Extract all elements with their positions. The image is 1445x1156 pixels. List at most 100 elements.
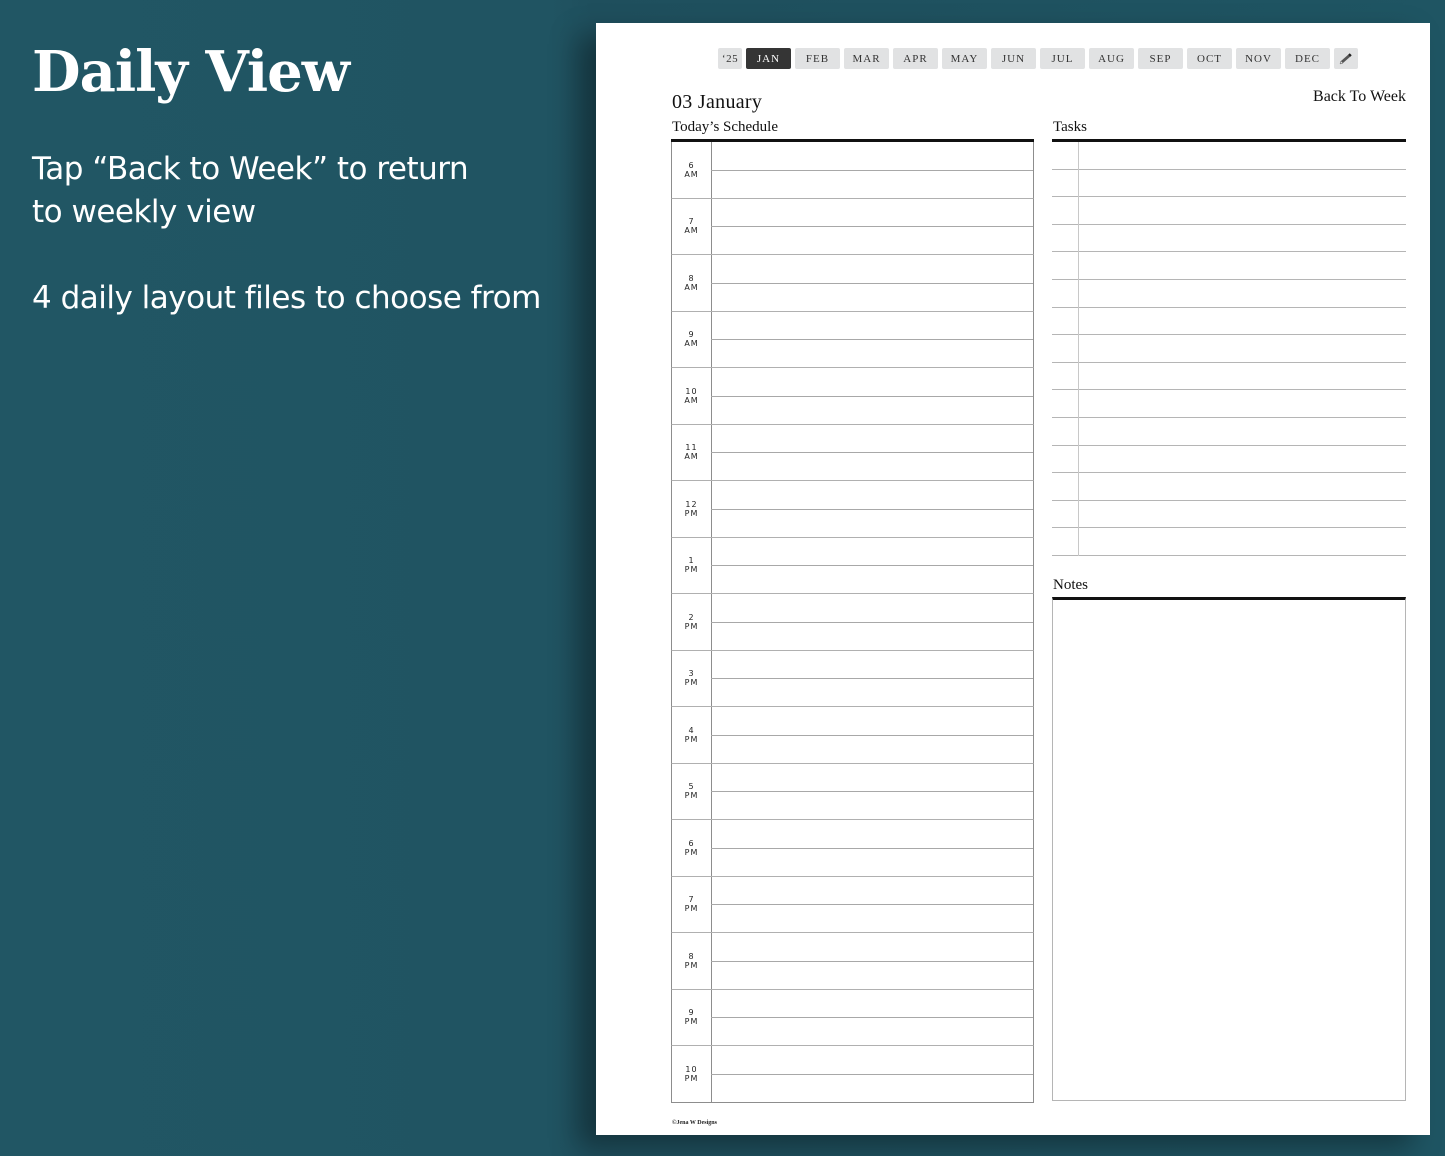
hour-period: PM (684, 1073, 699, 1083)
month-tab-nov[interactable]: NOV (1236, 48, 1281, 69)
schedule-hour-row[interactable]: 9 AM (671, 311, 1034, 368)
schedule-hour-row[interactable]: 3 PM (671, 650, 1034, 707)
schedule-hour-row[interactable]: 7 AM (671, 198, 1034, 255)
task-row[interactable] (1052, 500, 1406, 529)
task-row[interactable] (1052, 445, 1406, 474)
hour-period: PM (684, 847, 699, 857)
pencil-icon[interactable] (1334, 48, 1358, 69)
task-checkbox-divider (1078, 169, 1079, 198)
hour-label: 12 PM (672, 481, 712, 537)
hour-number: 9 (688, 330, 695, 340)
task-row[interactable] (1052, 197, 1406, 225)
task-checkbox-divider (1078, 445, 1079, 474)
task-row[interactable] (1052, 142, 1406, 170)
schedule-hour-row[interactable]: 5 PM (671, 763, 1034, 820)
schedule-hour-row[interactable]: 10 PM (671, 1046, 1034, 1103)
promo-title: Daily View (32, 39, 350, 105)
back-to-week-link[interactable]: Back To Week (1313, 88, 1406, 106)
tasks-title: Tasks (1053, 119, 1087, 135)
task-checkbox-divider (1078, 335, 1079, 363)
half-hour-line (711, 847, 1033, 849)
half-hour-line (711, 621, 1033, 623)
task-row[interactable] (1052, 362, 1406, 391)
planner-page: ‘25 JAN FEB MAR APR MAY JUN JUL AUG SEP OCT NOV DEC… (596, 23, 1430, 1135)
month-tab-jun[interactable]: JUN (991, 48, 1036, 69)
month-tab-jan[interactable]: JAN (746, 48, 791, 69)
hour-period: PM (684, 565, 699, 575)
schedule-hour-row[interactable]: 1 PM (671, 537, 1034, 594)
hour-period: AM (684, 169, 699, 179)
hour-label: 3 PM (672, 650, 712, 706)
task-row[interactable] (1052, 390, 1406, 418)
hour-number: 1 (688, 556, 695, 566)
task-checkbox-divider (1078, 142, 1079, 170)
promo-line-back-to-week: Tap “Back to Week” to return (32, 151, 469, 187)
hour-number: 6 (688, 160, 695, 170)
half-hour-line (711, 452, 1033, 454)
hour-label: 5 PM (672, 763, 712, 819)
month-tab-feb[interactable]: FEB (795, 48, 840, 69)
month-tab-oct[interactable]: OCT (1187, 48, 1232, 69)
task-checkbox-divider (1078, 390, 1079, 418)
task-row[interactable] (1052, 279, 1406, 308)
task-checkbox-divider (1078, 307, 1079, 336)
task-row[interactable] (1052, 307, 1406, 336)
month-tab-sep[interactable]: SEP (1138, 48, 1183, 69)
hour-number: 6 (688, 838, 695, 848)
hour-label: 7 PM (672, 876, 712, 932)
hour-label: 1 PM (672, 537, 712, 593)
half-hour-line (711, 169, 1033, 171)
task-row[interactable] (1052, 169, 1406, 198)
schedule-hour-row[interactable]: 11 AM (671, 424, 1034, 481)
hour-period: AM (684, 282, 699, 292)
hour-label: 9 PM (672, 989, 712, 1045)
schedule-hour-row[interactable]: 4 PM (671, 707, 1034, 764)
promo-line-layouts: 4 daily layout files to choose from (32, 280, 541, 316)
notes-area[interactable] (1052, 597, 1406, 1101)
hour-number: 5 (688, 782, 695, 792)
half-hour-line (711, 395, 1033, 397)
task-row[interactable] (1052, 528, 1406, 556)
hour-period: AM (684, 452, 699, 462)
task-row[interactable] (1052, 224, 1406, 253)
year-tab[interactable]: ‘25 (718, 48, 742, 69)
schedule-hour-row[interactable]: 8 AM (671, 255, 1034, 312)
page-date: 03 January (672, 91, 763, 113)
hour-number: 10 (685, 1064, 698, 1074)
schedule-hour-row[interactable]: 12 PM (671, 481, 1034, 538)
schedule-hour-row[interactable]: 10 AM (671, 368, 1034, 425)
schedule-hour-row[interactable]: 8 PM (671, 933, 1034, 990)
task-row[interactable] (1052, 335, 1406, 363)
hour-number: 10 (685, 386, 698, 396)
schedule-title: Today’s Schedule (672, 119, 779, 135)
schedule-hour-row[interactable]: 6 AM (671, 142, 1034, 199)
task-row[interactable] (1052, 252, 1406, 280)
month-tab-apr[interactable]: APR (893, 48, 938, 69)
half-hour-line (711, 734, 1033, 736)
month-tab-mar[interactable]: MAR (844, 48, 889, 69)
hour-label: 6 AM (672, 142, 712, 198)
task-row[interactable] (1052, 417, 1406, 446)
hour-number: 7 (688, 217, 695, 227)
half-hour-line (711, 339, 1033, 341)
hour-number: 8 (688, 273, 695, 283)
schedule-hour-row[interactable]: 6 PM (671, 820, 1034, 877)
hour-label: 8 AM (672, 255, 712, 311)
schedule-hour-row[interactable]: 7 PM (671, 876, 1034, 933)
schedule-grid: 6 AM 7 AM 8 AM 9 AM 10 AM 11 AM 12 PM 1 PM 2 PM 3 PM 4 PM 5 PM 6… (671, 139, 1034, 1103)
month-tab-dec[interactable]: DEC (1285, 48, 1330, 69)
copyright: ©Jena W Designs (672, 1120, 717, 1126)
month-tab-aug[interactable]: AUG (1089, 48, 1134, 69)
half-hour-line (711, 565, 1033, 567)
month-tab-jul[interactable]: JUL (1040, 48, 1085, 69)
month-tab-may[interactable]: MAY (942, 48, 987, 69)
task-row[interactable] (1052, 473, 1406, 501)
schedule-hour-row[interactable]: 9 PM (671, 989, 1034, 1046)
hour-label: 11 AM (672, 424, 712, 480)
task-checkbox-divider (1078, 417, 1079, 446)
hour-label: 6 PM (672, 820, 712, 876)
schedule-hour-row[interactable]: 2 PM (671, 594, 1034, 651)
promo-line-weekly-view: to weekly view (32, 194, 256, 230)
hour-number: 7 (688, 895, 695, 905)
task-checkbox-divider (1078, 224, 1079, 253)
